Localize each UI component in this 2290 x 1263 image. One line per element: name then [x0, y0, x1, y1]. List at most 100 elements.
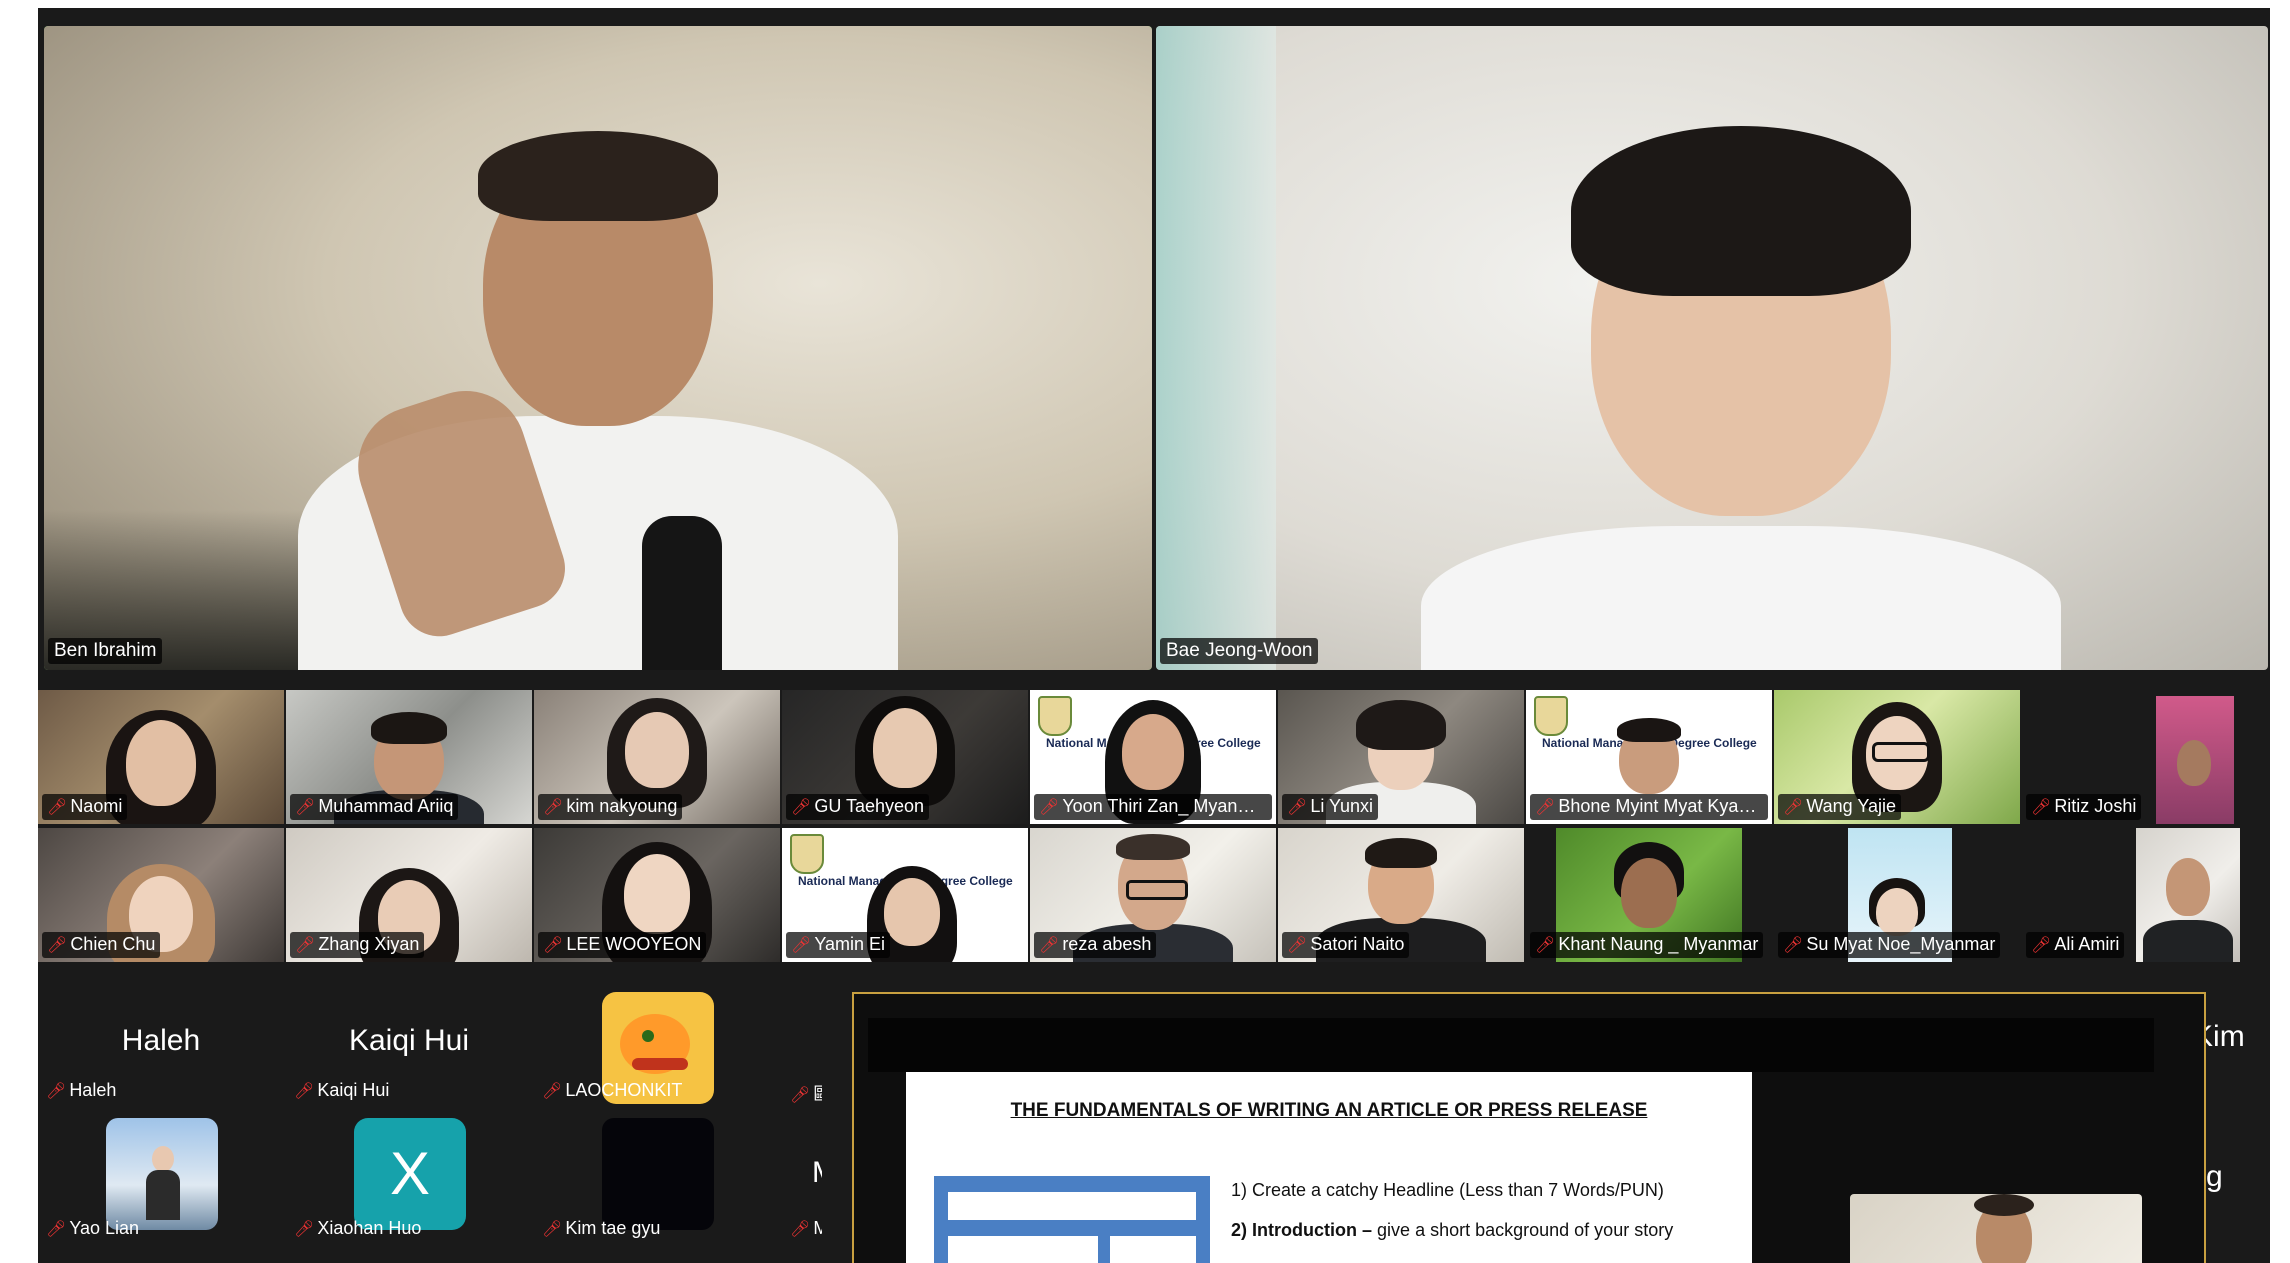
screen-share-window[interactable]: THE FUNDAMENTALS OF WRITING AN ARTICLE O…	[852, 992, 2206, 1263]
participant-tile[interactable]: 🎤︎ reza abesh	[1030, 828, 1276, 962]
document-item-1: 1) Create a catchy Headline (Less than 7…	[1231, 1180, 1664, 1200]
participant-display-name: M	[812, 1156, 822, 1190]
muted-mic-icon: 🎤︎	[294, 1221, 315, 1238]
participant-name-label: 🎤︎ Yoon Thiri Zan_ Myanmar	[1034, 794, 1272, 820]
participant-name-label: 🎤︎ Wang Yajie	[1778, 794, 1902, 820]
glasses	[1126, 880, 1188, 900]
person-head	[2177, 740, 2211, 786]
item-heading: Introduction –	[1252, 1220, 1373, 1240]
muted-mic-icon: 🎤︎	[46, 1083, 67, 1100]
muted-mic-icon: 🎤︎	[2031, 937, 2052, 954]
participant-tile[interactable]: 🎤︎ LAOCHONKIT	[534, 974, 780, 1108]
participant-name-label: Ben Ibrahim	[48, 638, 163, 664]
muted-mic-icon: 🎤︎	[295, 937, 316, 954]
participant-tile[interactable]: 🎤︎ GU Taehyeon	[782, 690, 1028, 824]
participant-name-label: 🎤︎ reza abesh	[1034, 932, 1157, 958]
participant-name-label: 🎤︎ Chien Chu	[42, 932, 161, 958]
participant-name-label: Bae Jeong-Woon	[1160, 638, 1319, 664]
item-number: 2)	[1231, 1220, 1248, 1240]
participant-name-label: 🎤︎ GU Taehyeon	[786, 794, 930, 820]
person-hair	[1116, 834, 1190, 860]
participant-tile[interactable]: 🎤︎ LEE WOOYEON	[534, 828, 780, 962]
participant-name-label: 🎤︎ Satori Naito	[1282, 932, 1410, 958]
person-head	[873, 708, 937, 788]
participant-tile[interactable]: National Management Degree College 🎤︎Bho…	[1526, 690, 1772, 824]
participant-tile[interactable]: X 🎤︎ Xiaohan Huo	[286, 1112, 532, 1246]
college-crest-icon	[1534, 696, 1568, 736]
participant-tile[interactable]: 🎤︎ Zhang Xiyan	[286, 828, 532, 962]
participant-name-label: 🎤︎ Ali Amiri	[2026, 932, 2125, 958]
document-title: THE FUNDAMENTALS OF WRITING AN ARTICLE O…	[1010, 1100, 1648, 1121]
person-hair	[1356, 700, 1446, 750]
speaker-video-ben-ibrahim[interactable]: Ben Ibrahim	[44, 26, 1152, 670]
participant-tile[interactable]: Kaiqi Hui 🎤︎ Kaiqi Hui	[286, 974, 532, 1108]
glasses	[1872, 742, 1930, 762]
participant-tile[interactable]: 🎤︎ Su Myat Noe_Myanmar	[1774, 828, 2020, 962]
college-crest-icon	[1038, 696, 1072, 736]
muted-mic-icon: 🎤︎	[791, 799, 812, 816]
participant-tile[interactable]: 🎤︎ Ali Amiri	[2022, 828, 2268, 962]
person-hair	[371, 712, 447, 744]
participant-tile[interactable]: 🎤︎歐陽	[782, 974, 822, 1108]
person-hair	[1365, 838, 1437, 868]
participant-tile[interactable]: 🎤︎ Muhammad Ariiq	[286, 690, 532, 824]
participant-tile[interactable]: M 🎤︎Muh	[782, 1112, 822, 1246]
participant-tile[interactable]: National Management Degree College 🎤︎Yoo…	[1030, 690, 1276, 824]
person-head	[624, 854, 690, 934]
muted-mic-icon: 🎤︎	[1783, 799, 1804, 816]
participant-name-label: 🎤︎ LAOCHONKIT	[542, 1080, 683, 1100]
shared-document: THE FUNDAMENTALS OF WRITING AN ARTICLE O…	[906, 1072, 1752, 1263]
muted-mic-icon: 🎤︎	[1535, 937, 1556, 954]
person-head	[1876, 888, 1918, 936]
muted-mic-icon: 🎤︎	[791, 937, 812, 954]
participant-tile[interactable]: 🎤︎ Khant Naung _ Myanmar	[1526, 828, 1772, 962]
participant-name-label: 🎤︎ Naomi	[42, 794, 128, 820]
muted-mic-icon: 🎤︎	[1535, 799, 1556, 816]
participant-tile[interactable]: National Management Degree College 🎤︎Yam…	[782, 828, 1028, 962]
participant-tile[interactable]: 🎤︎ Satori Naito	[1278, 828, 1524, 962]
participant-name-label: 🎤︎ Haleh	[46, 1080, 117, 1100]
college-crest-icon	[790, 834, 824, 874]
participant-name-label: 🎤︎ Su Myat Noe_Myanmar	[1778, 932, 2001, 958]
participant-name-label: 🎤︎ Kim tae gyu	[542, 1218, 661, 1238]
muted-mic-icon: 🎤︎	[543, 799, 564, 816]
participant-name-label: 🎤︎歐陽	[790, 1080, 822, 1106]
muted-mic-icon: 🎤︎	[542, 1221, 563, 1238]
participant-tile[interactable]: 🎤︎ Ritiz Joshi	[2022, 690, 2268, 824]
door-frame	[1156, 26, 1276, 670]
participant-name-label: 🎤︎ LEE WOOYEON	[538, 932, 707, 958]
person-head	[625, 712, 689, 788]
participant-name-label: 🎤︎ kim nakyoung	[538, 794, 683, 820]
participant-name-label: 🎤︎ Li Yunxi	[1282, 794, 1379, 820]
muted-mic-icon: 🎤︎	[1039, 799, 1060, 816]
diagram-icon	[934, 1176, 1210, 1263]
participant-name-label: 🎤︎ Khant Naung _ Myanmar	[1530, 932, 1764, 958]
person-head	[884, 878, 940, 946]
participant-tile[interactable]: Haleh 🎤︎ Haleh	[38, 974, 284, 1108]
person-head	[2166, 858, 2210, 916]
participant-tile[interactable]: 🎤︎ Yao Lian	[38, 1112, 284, 1246]
muted-mic-icon: 🎤︎	[1287, 799, 1308, 816]
participant-tile[interactable]: 🎤︎ kim nakyoung	[534, 690, 780, 824]
muted-mic-icon: 🎤︎	[1287, 937, 1308, 954]
muted-mic-icon: 🎤︎	[47, 937, 68, 954]
presenter-thumbnail[interactable]	[1850, 1194, 2142, 1263]
participant-tile[interactable]: 🎤︎ Chien Chu	[38, 828, 284, 962]
muted-mic-icon: 🎤︎	[1039, 937, 1060, 954]
participant-tile[interactable]: 🎤︎ Naomi	[38, 690, 284, 824]
person-head	[1621, 858, 1677, 928]
muted-mic-icon: 🎤︎	[2031, 799, 2052, 816]
participant-tile[interactable]: 🎤︎ Li Yunxi	[1278, 690, 1524, 824]
person-hair	[1617, 718, 1681, 742]
participant-tile[interactable]: 🎤︎ Kim tae gyu	[534, 1112, 780, 1246]
participant-tile[interactable]: 🎤︎ Wang Yajie	[1774, 690, 2020, 824]
person-hair	[478, 131, 718, 221]
participant-name-label: 🎤︎ Bhone Myint Myat Kyaw...	[1530, 794, 1768, 820]
participant-name-label: 🎤︎ Kaiqi Hui	[294, 1080, 390, 1100]
person-body	[1421, 526, 2061, 670]
microphone	[642, 516, 722, 670]
person-head	[126, 720, 196, 806]
muted-mic-icon: 🎤︎	[790, 1221, 811, 1238]
speaker-video-bae-jeong-woon[interactable]: Bae Jeong-Woon	[1156, 26, 2268, 670]
muted-mic-icon: 🎤︎	[542, 1083, 563, 1100]
